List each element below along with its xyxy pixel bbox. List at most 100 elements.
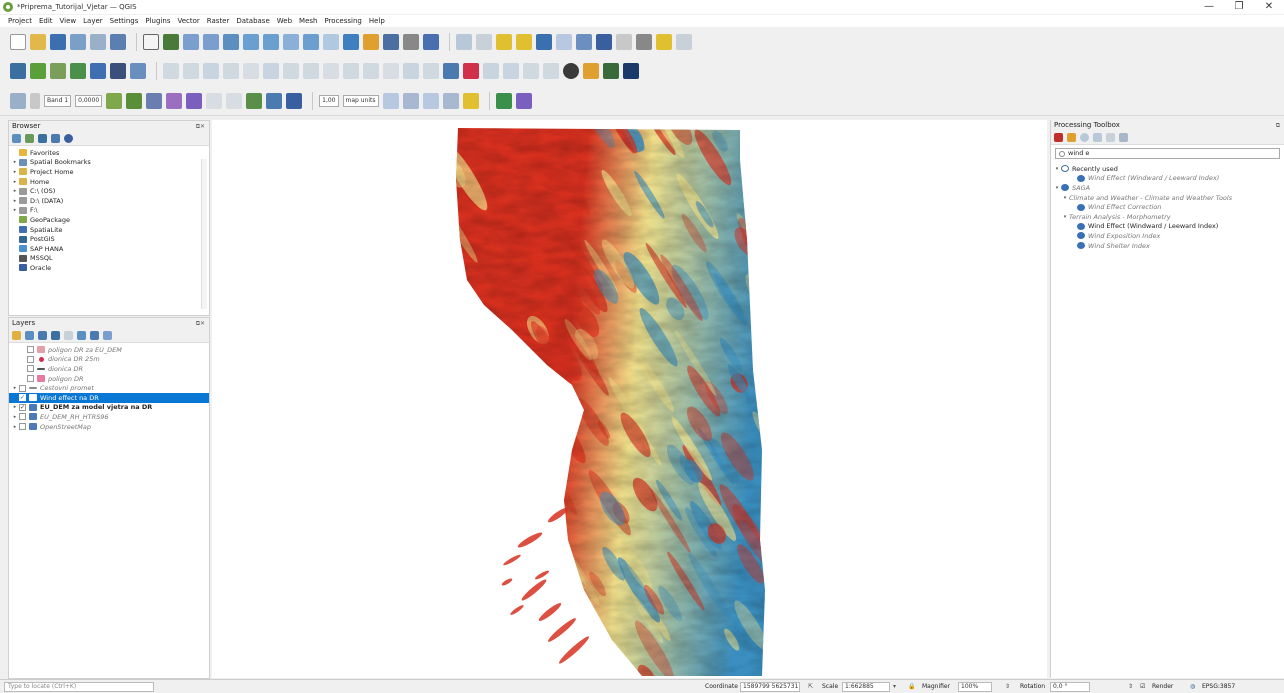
copy-features-icon[interactable] bbox=[303, 63, 319, 79]
expand-arrow-icon[interactable]: ▸ bbox=[11, 169, 19, 175]
browser-item[interactable]: GeoPackage bbox=[9, 215, 209, 225]
annotation-icon[interactable] bbox=[636, 34, 652, 50]
vertex-tool-icon[interactable] bbox=[243, 63, 259, 79]
panel-close-icon[interactable]: ⧉✕ bbox=[196, 318, 205, 329]
toolbox-item[interactable]: Wind Exposition Index bbox=[1051, 231, 1284, 241]
zoom-to-selection-icon[interactable] bbox=[243, 34, 259, 50]
rotation-spin-icon[interactable]: ⇕ bbox=[1128, 682, 1133, 692]
menu-help[interactable]: Help bbox=[369, 17, 385, 25]
browser-item[interactable]: ▸ F:\ bbox=[9, 206, 209, 216]
toolbox-icon[interactable] bbox=[576, 34, 592, 50]
browser-item[interactable]: ▸ Home bbox=[9, 177, 209, 187]
diagram-icon[interactable] bbox=[543, 63, 559, 79]
magnifier-field[interactable]: 100% bbox=[958, 682, 992, 692]
layer-visibility-checkbox[interactable] bbox=[27, 355, 34, 363]
open-layer-styling-icon[interactable] bbox=[12, 331, 21, 340]
open-project-icon[interactable] bbox=[30, 34, 46, 50]
paste-features-icon[interactable] bbox=[323, 63, 339, 79]
layer-visibility-checkbox[interactable] bbox=[19, 413, 26, 421]
browser-item[interactable]: PostGIS bbox=[9, 234, 209, 244]
refresh-icon[interactable] bbox=[403, 34, 419, 50]
expand-all-icon[interactable] bbox=[77, 331, 86, 340]
decrease-brightness-icon[interactable] bbox=[206, 92, 223, 109]
measure-icon[interactable] bbox=[616, 34, 632, 50]
label-properties-icon[interactable] bbox=[523, 63, 539, 79]
expand-arrow-icon[interactable]: ▸ bbox=[11, 404, 19, 410]
crs-globe-icon[interactable]: ◍ bbox=[1190, 682, 1195, 692]
close-button[interactable]: ✕ bbox=[1254, 0, 1284, 14]
add-vector-layer-icon[interactable] bbox=[30, 63, 46, 79]
menu-plugins[interactable]: Plugins bbox=[145, 17, 170, 25]
zoom-next-icon[interactable] bbox=[323, 34, 339, 50]
save-edits-icon[interactable] bbox=[203, 63, 219, 79]
panel-close-icon[interactable]: ⧉ bbox=[1276, 120, 1280, 131]
current-edits-icon[interactable] bbox=[163, 63, 179, 79]
cut-features-icon[interactable] bbox=[283, 63, 299, 79]
tracing-icon[interactable] bbox=[462, 92, 479, 109]
scripts-icon[interactable] bbox=[1067, 133, 1076, 142]
expand-arrow-icon[interactable]: ▾ bbox=[1053, 166, 1061, 172]
full-histogram-stretch-icon[interactable] bbox=[126, 92, 143, 109]
layers-item[interactable]: ▸ ✓ EU_DEM za model vjetra na DR bbox=[9, 403, 209, 413]
digitize-icon[interactable] bbox=[223, 63, 239, 79]
options-icon[interactable] bbox=[1119, 133, 1128, 142]
refresh-icon[interactable] bbox=[25, 134, 34, 143]
browser-item[interactable]: Oracle bbox=[9, 263, 209, 273]
refresh-plugin-icon[interactable] bbox=[495, 92, 512, 109]
browser-item[interactable]: Favorites bbox=[9, 148, 209, 158]
data-source-manager-icon[interactable] bbox=[10, 63, 26, 79]
menu-settings[interactable]: Settings bbox=[110, 17, 139, 25]
menu-database[interactable]: Database bbox=[236, 17, 269, 25]
new-project-icon[interactable] bbox=[10, 34, 26, 50]
menu-mesh[interactable]: Mesh bbox=[299, 17, 317, 25]
zoom-to-layer-icon[interactable] bbox=[263, 34, 279, 50]
expand-arrow-icon[interactable]: ▾ bbox=[1053, 185, 1061, 191]
toolbox-item[interactable]: Wind Shelter Index bbox=[1051, 241, 1284, 251]
toggle-editing-icon[interactable] bbox=[183, 63, 199, 79]
menu-edit[interactable]: Edit bbox=[39, 17, 53, 25]
zoom-last-icon[interactable] bbox=[303, 34, 319, 50]
new-print-layout-icon[interactable] bbox=[70, 34, 86, 50]
properties-icon[interactable] bbox=[64, 134, 73, 143]
increase-brightness-icon[interactable] bbox=[186, 92, 203, 109]
browser-item[interactable]: ▸ C:\ (OS) bbox=[9, 186, 209, 196]
results-viewer-icon[interactable] bbox=[1093, 133, 1102, 142]
new-map-view-icon[interactable] bbox=[343, 34, 359, 50]
crs-label[interactable]: EPSG:3857 bbox=[1202, 682, 1235, 692]
expand-arrow-icon[interactable]: ▸ bbox=[11, 188, 19, 194]
add-postgis-layer-icon[interactable] bbox=[70, 63, 86, 79]
grass-icon[interactable] bbox=[603, 63, 619, 79]
raster-value-field[interactable]: 0,0000 bbox=[75, 94, 103, 107]
history-icon[interactable] bbox=[1080, 133, 1089, 142]
browser-scrollbar[interactable] bbox=[201, 159, 207, 309]
menu-layer[interactable]: Layer bbox=[83, 17, 103, 25]
units-select[interactable]: map units bbox=[342, 94, 379, 107]
raster-style-icon[interactable] bbox=[30, 92, 40, 109]
browser-item[interactable]: MSSQL bbox=[9, 254, 209, 264]
toolbox-search-input[interactable]: wind e bbox=[1055, 148, 1280, 159]
browser-item[interactable]: ▸ Spatial Bookmarks bbox=[9, 158, 209, 168]
temporal-controller-icon[interactable] bbox=[423, 34, 439, 50]
snapping-intersection-icon[interactable] bbox=[442, 92, 459, 109]
zoom-in-icon[interactable] bbox=[183, 34, 199, 50]
show-hide-labels-icon[interactable] bbox=[503, 63, 519, 79]
browser-item[interactable]: SpatiaLite bbox=[9, 225, 209, 235]
new-geopackage-layer-icon[interactable] bbox=[130, 63, 146, 79]
toggle-extents-icon[interactable]: ⇱ bbox=[808, 682, 813, 692]
raster-calculator-icon[interactable] bbox=[286, 92, 303, 109]
magnifier-spin-icon[interactable]: ⇕ bbox=[1005, 682, 1010, 692]
minimize-button[interactable]: — bbox=[1194, 0, 1224, 14]
label-toolbar-icon[interactable] bbox=[383, 63, 399, 79]
menu-view[interactable]: View bbox=[60, 17, 77, 25]
manage-map-themes-icon[interactable] bbox=[38, 331, 47, 340]
zoom-out-icon[interactable] bbox=[203, 34, 219, 50]
layers-item[interactable]: ▸ Cestovni promet bbox=[9, 383, 209, 393]
toolbox-item[interactable]: ▾ Terrain Analysis - Morphometry bbox=[1051, 212, 1284, 222]
identify-features-icon[interactable] bbox=[456, 34, 472, 50]
change-label-icon[interactable] bbox=[483, 63, 499, 79]
filter-icon[interactable] bbox=[38, 134, 47, 143]
locator-search-input[interactable]: Type to locate (Ctrl+K) bbox=[4, 682, 154, 692]
layer-visibility-checkbox[interactable]: ✓ bbox=[19, 394, 26, 402]
run-feature-action-icon[interactable] bbox=[476, 34, 492, 50]
layer-visibility-checkbox[interactable] bbox=[27, 365, 34, 373]
